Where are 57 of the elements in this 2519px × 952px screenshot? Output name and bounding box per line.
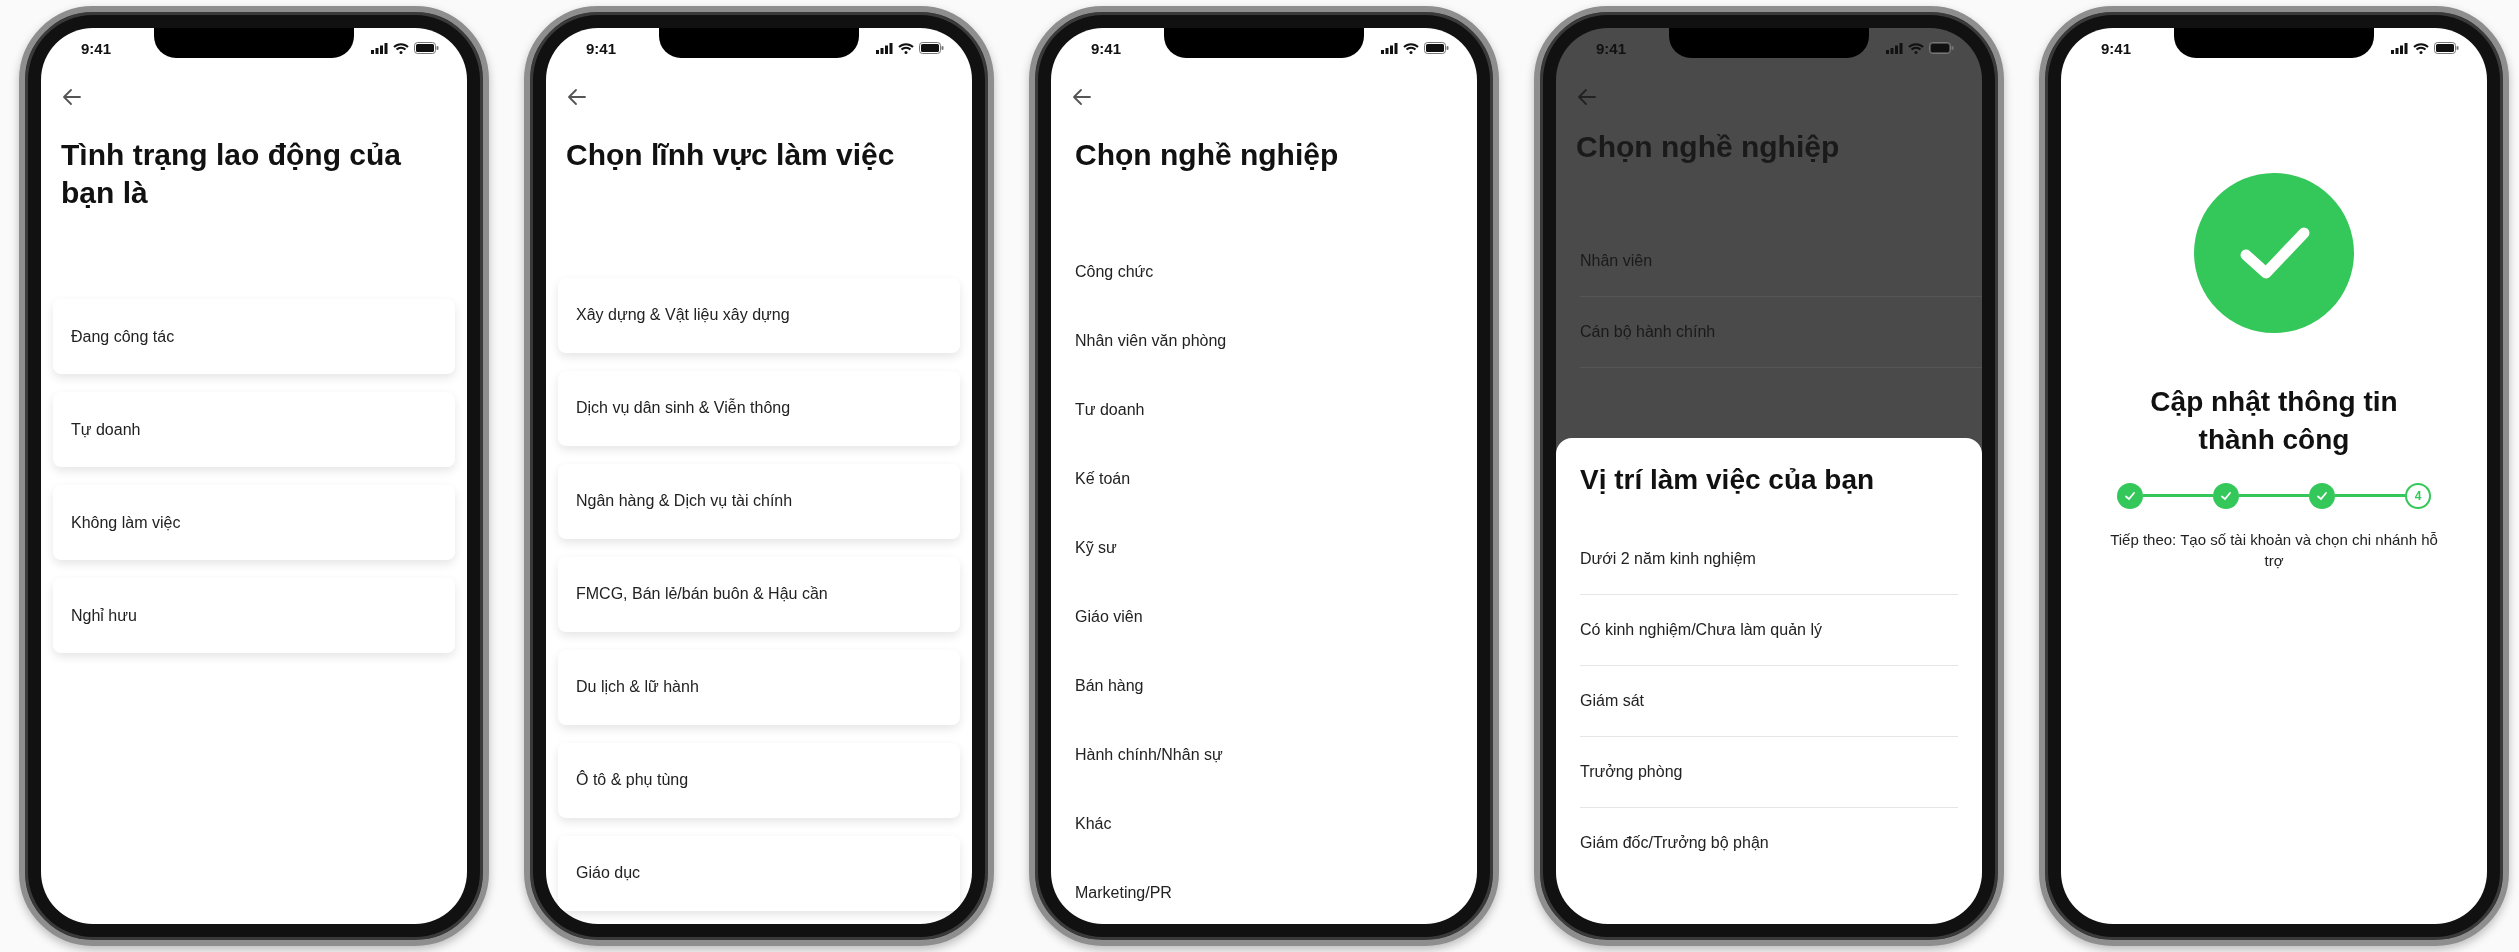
wifi-icon [898,42,914,54]
option-card[interactable]: Đang công tác [53,299,455,374]
sheet-title: Vị trí làm việc của bạn [1580,464,1876,496]
signal-icon [2391,42,2408,54]
list-item[interactable]: Tư doanh [1075,375,1453,445]
option-card[interactable]: Xây dựng & Vật liệu xây dựng [558,277,960,353]
sheet-option[interactable]: Giám đốc/Trưởng bộ phận [1580,808,1958,878]
option-card[interactable]: Du lịch & lữ hành [558,649,960,725]
signal-icon [1381,42,1398,54]
signal-icon [371,42,388,54]
sheet-option[interactable]: Có kinh nghiệm/Chưa làm quản lý [1580,595,1958,666]
status-time: 9:41 [1596,39,1627,57]
option-card[interactable]: Tự doanh [53,392,455,467]
next-step-text: Tiếp theo: Tạo số tài khoản và chọn chi nhánh hỗ trợ [2109,529,2439,571]
signal-icon [1886,42,1903,54]
sheet-option[interactable]: Giám sát [1580,666,1958,737]
battery-icon [414,42,439,54]
status-time: 9:41 [586,39,617,57]
status-time: 9:41 [1091,39,1122,57]
signal-icon [876,42,893,54]
option-card[interactable]: FMCG, Bán lẻ/bán buôn & Hậu cần [558,556,960,632]
battery-icon [2434,42,2459,54]
list-item[interactable]: Giáo viên [1075,582,1453,652]
step-number: 4 [2405,482,2431,509]
option-card[interactable]: Nghỉ hưu [53,578,455,653]
list-item[interactable]: Bán hàng [1075,651,1453,721]
battery-icon [1424,42,1449,54]
back-arrow-icon[interactable] [61,86,83,108]
wifi-icon [1908,42,1924,54]
list-item[interactable]: Công chức [1075,237,1453,307]
battery-icon [1929,42,1954,54]
status-time: 9:41 [81,39,112,57]
back-arrow-icon[interactable] [566,86,588,108]
list-item[interactable]: Khác [1075,789,1453,859]
wifi-icon [1403,42,1419,54]
sheet-option[interactable]: Dưới 2 năm kinh nghiệm [1580,524,1958,595]
status-time: 9:41 [2101,39,2132,57]
page-title: Chọn nghề nghiệp [1074,137,1340,173]
page-title: Chọn lĩnh vực làm việc [565,137,896,173]
battery-icon [919,42,944,54]
back-arrow-icon[interactable] [1071,86,1093,108]
list-item[interactable]: Marketing/PR [1075,858,1453,924]
option-card[interactable]: Ngân hàng & Dịch vụ tài chính [558,463,960,539]
list-item[interactable]: Kế toán [1075,444,1453,514]
success-check-icon [2194,173,2354,333]
list-item[interactable]: Nhân viên văn phòng [1075,306,1453,376]
page-title: Tình trạng lao động của bạn là [60,137,402,211]
wifi-icon [393,42,409,54]
option-card[interactable]: Dịch vụ dân sinh & Viễn thông [558,370,960,446]
option-card[interactable]: Không làm việc [53,485,455,560]
list-item[interactable]: Hành chính/Nhân sự [1075,720,1453,790]
option-card[interactable]: Ô tô & phụ tùng [558,742,960,818]
option-card[interactable]: Giáo dục [558,835,960,911]
wifi-icon [2413,42,2429,54]
list-item[interactable]: Kỹ sư [1075,513,1453,583]
success-title: Cập nhật thông tin thành công [2149,385,2399,457]
sheet-option[interactable]: Trưởng phòng [1580,737,1958,808]
